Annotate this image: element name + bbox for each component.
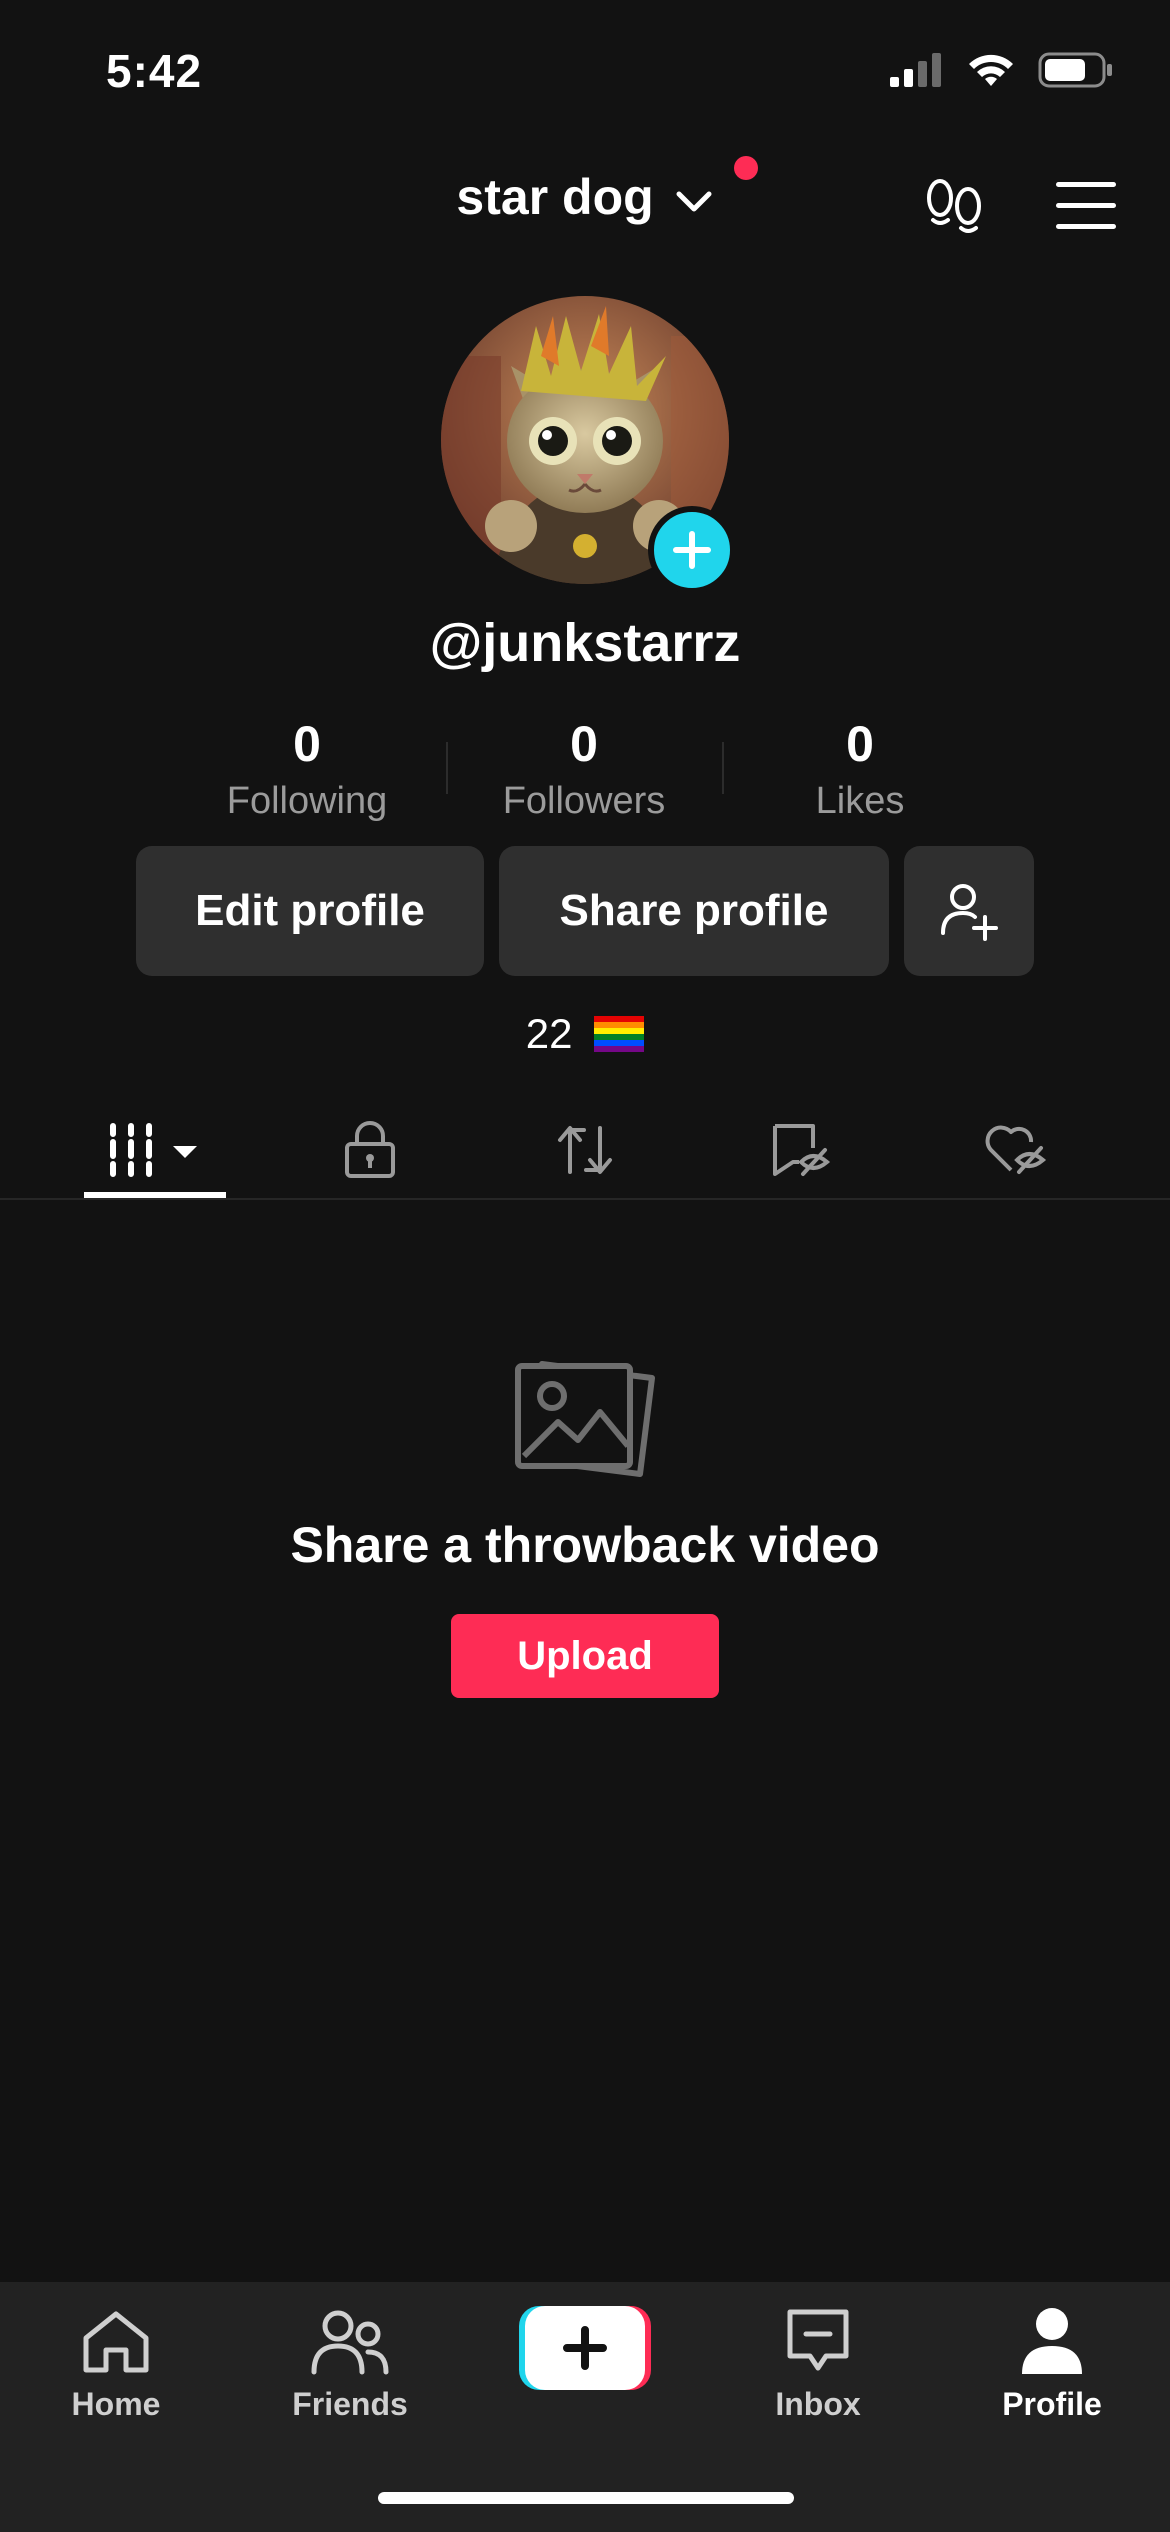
menu-button[interactable] — [1056, 182, 1116, 232]
stat-following[interactable]: 0 Following — [192, 712, 422, 823]
footprint-icon[interactable] — [920, 176, 990, 240]
nav-label: Inbox — [775, 2386, 861, 2422]
status-icons — [890, 52, 1114, 88]
profile-icon — [1022, 2308, 1082, 2374]
status-time: 5:42 — [106, 45, 203, 97]
stat-divider — [722, 742, 724, 794]
empty-state-title: Share a throwback video — [290, 1517, 880, 1573]
stat-followers[interactable]: 0 Followers — [469, 712, 699, 823]
home-indicator — [378, 2492, 794, 2504]
tabs-divider — [0, 1198, 1170, 1200]
tab-videos[interactable] — [84, 1100, 226, 1200]
stat-likes[interactable]: 0 Likes — [745, 712, 975, 823]
add-user-icon — [941, 884, 998, 941]
bio-text: 22 — [525, 1010, 573, 1057]
repost-icon — [558, 1126, 612, 1174]
stat-value: 0 — [570, 716, 598, 772]
cellular-signal-icon — [890, 53, 941, 87]
add-friend-button[interactable] — [904, 846, 1034, 976]
friends-icon — [311, 2310, 389, 2375]
nav-friends[interactable]: Friends — [250, 2296, 450, 2423]
battery-icon — [1038, 52, 1112, 88]
bookmark-hidden-icon — [773, 1124, 831, 1176]
nav-label: Profile — [1002, 2386, 1102, 2422]
stat-divider — [446, 742, 448, 794]
notification-dot — [734, 156, 758, 180]
bio: 22 — [0, 1010, 1170, 1058]
heart-hidden-icon — [985, 1125, 1047, 1174]
stat-label: Following — [226, 780, 388, 822]
add-avatar-button[interactable] — [648, 506, 736, 594]
home-icon — [83, 2311, 149, 2373]
wifi-icon — [969, 54, 1013, 86]
edit-profile-button[interactable]: Edit profile — [136, 846, 484, 976]
nav-home[interactable]: Home — [16, 2296, 216, 2423]
nav-profile[interactable]: Profile — [952, 2296, 1152, 2423]
share-profile-button[interactable]: Share profile — [499, 846, 889, 976]
photos-icon — [515, 1361, 655, 1477]
tab-private[interactable] — [320, 1100, 420, 1200]
tab-hidden-favorites[interactable] — [750, 1100, 850, 1200]
stat-value: 0 — [846, 716, 874, 772]
upload-button[interactable]: Upload — [451, 1614, 719, 1698]
username: @junkstarrz — [429, 613, 741, 673]
plus-icon — [673, 531, 711, 569]
nav-label: Home — [71, 2386, 161, 2422]
tab-reposts[interactable] — [535, 1100, 635, 1200]
chevron-down-icon — [676, 191, 712, 212]
rainbow-flag-icon — [594, 1016, 645, 1052]
grid-icon — [110, 1123, 197, 1177]
stat-value: 0 — [293, 716, 321, 772]
stat-label: Followers — [502, 780, 666, 822]
nav-label: Friends — [292, 2386, 408, 2422]
tab-hidden-likes[interactable] — [965, 1100, 1065, 1200]
lock-icon — [345, 1121, 395, 1178]
nav-inbox[interactable]: Inbox — [718, 2296, 918, 2423]
account-switcher[interactable]: star dog — [0, 168, 1170, 226]
create-icon[interactable] — [519, 2306, 651, 2390]
stat-label: Likes — [815, 780, 905, 822]
account-name: star dog — [456, 169, 654, 225]
inbox-icon — [787, 2309, 849, 2371]
